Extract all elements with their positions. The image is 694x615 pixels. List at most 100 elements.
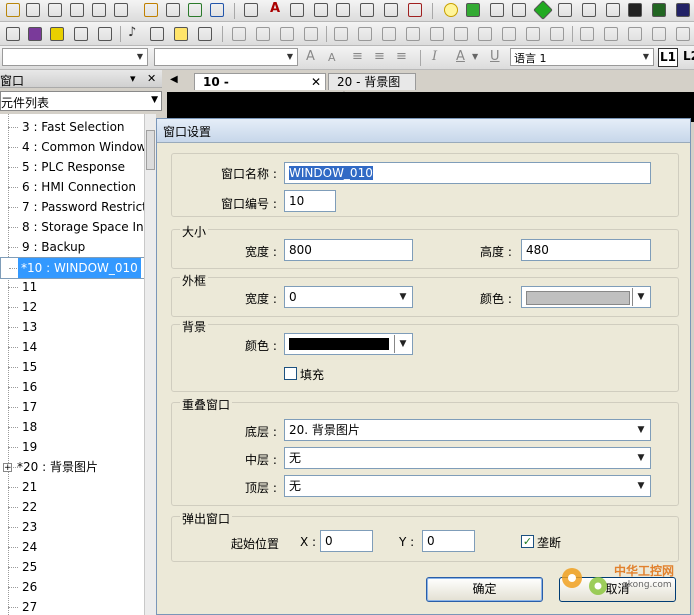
tree-item[interactable]: 26: [0, 577, 150, 597]
monitor-icon[interactable]: [26, 3, 40, 17]
align-right-text-icon[interactable]: ≡: [396, 49, 407, 64]
window-id-input[interactable]: 10: [284, 190, 336, 212]
tree-item[interactable]: 18: [0, 417, 150, 437]
font-size-combo[interactable]: ▼: [154, 48, 298, 66]
ok-button[interactable]: 确定: [426, 577, 543, 602]
dialog-titlebar[interactable]: 窗口设置: [157, 119, 690, 143]
tree-item[interactable]: 15: [0, 357, 150, 377]
list-icon[interactable]: [74, 27, 88, 41]
display-icon[interactable]: [676, 3, 690, 17]
align-icon[interactable]: [6, 27, 20, 41]
bg-color-picker[interactable]: ▼: [284, 333, 413, 355]
align-center-icon[interactable]: [430, 27, 444, 41]
tree-item[interactable]: 6 : HMI Connection: [0, 177, 150, 197]
text-tool-icon[interactable]: A: [270, 1, 280, 16]
italic-icon[interactable]: I: [432, 49, 437, 64]
distribute-icon[interactable]: [550, 27, 564, 41]
list-icon[interactable]: [98, 27, 112, 41]
tree-item[interactable]: 8 : Storage Space Ins: [0, 217, 150, 237]
fill-checkbox[interactable]: [284, 367, 297, 380]
tree-item[interactable]: *10 : WINDOW_010: [0, 257, 150, 279]
tree-item[interactable]: 9 : Backup: [0, 237, 150, 257]
tree-item[interactable]: + *20 : 背景图片: [0, 457, 150, 477]
font-color-icon[interactable]: A: [456, 49, 465, 64]
align-left-text-icon[interactable]: ≡: [352, 49, 363, 64]
tree-item[interactable]: 14: [0, 337, 150, 357]
tree-item[interactable]: 3 : Fast Selection: [0, 117, 150, 137]
width-input[interactable]: 800: [284, 239, 413, 261]
align-center-text-icon[interactable]: ≡: [374, 49, 385, 64]
meter-icon[interactable]: [490, 3, 504, 17]
language-combo[interactable]: 语言 1 ▼: [510, 48, 654, 66]
checklist-icon[interactable]: [198, 27, 212, 41]
pin-icon[interactable]: ▾: [130, 72, 136, 85]
middle-layer-select[interactable]: 无 ▼: [284, 447, 651, 469]
tree-item[interactable]: 25: [0, 557, 150, 577]
language-l1-button[interactable]: L1: [658, 48, 678, 67]
ungroup-icon[interactable]: [256, 27, 270, 41]
close-icon[interactable]: ✕: [311, 74, 321, 90]
frame-color-picker[interactable]: ▼: [521, 286, 651, 308]
tree-item[interactable]: 11: [0, 277, 150, 297]
tree-item[interactable]: 16: [0, 377, 150, 397]
y-input[interactable]: 0: [422, 530, 475, 552]
bulb-icon[interactable]: [444, 3, 458, 17]
tree-item[interactable]: 21: [0, 477, 150, 497]
tool-icon[interactable]: [6, 3, 20, 17]
close-icon[interactable]: ✕: [147, 72, 156, 85]
align-middle-icon[interactable]: [358, 27, 372, 41]
x-input[interactable]: 0: [320, 530, 373, 552]
same-width-icon[interactable]: [478, 27, 492, 41]
arrow-icon[interactable]: [210, 3, 224, 17]
group-icon[interactable]: [232, 27, 246, 41]
frame-width-select[interactable]: 0 ▼: [284, 286, 413, 308]
window-icon[interactable]: [150, 27, 164, 41]
image-icon[interactable]: [384, 3, 398, 17]
pointer-icon[interactable]: [244, 3, 258, 17]
rotate-icon[interactable]: [652, 27, 666, 41]
distribute-icon[interactable]: [526, 27, 540, 41]
tab-window-010[interactable]: 10 - WINDOW_010 ✕: [194, 73, 326, 105]
scrollbar-thumb[interactable]: [146, 130, 155, 170]
ok-icon[interactable]: [512, 3, 526, 17]
display-icon[interactable]: [652, 3, 666, 17]
send-back-icon[interactable]: [304, 27, 318, 41]
block-checkbox[interactable]: ✓: [521, 535, 534, 548]
font-color-dropdown-icon[interactable]: ▼: [472, 52, 478, 61]
tree-item[interactable]: 17: [0, 397, 150, 417]
lamp-icon[interactable]: [466, 3, 480, 17]
music-icon[interactable]: ♪: [128, 25, 136, 40]
monitor-icon[interactable]: [70, 3, 84, 17]
printer-icon[interactable]: [92, 3, 106, 17]
tab-scroll-left-icon[interactable]: ◀: [170, 74, 178, 85]
font-shrink-icon[interactable]: A: [328, 51, 336, 64]
top-layer-select[interactable]: 无 ▼: [284, 475, 651, 497]
align-left-icon[interactable]: [406, 27, 420, 41]
bottom-layer-select[interactable]: 20. 背景图片 ▼: [284, 419, 651, 441]
cube-icon[interactable]: [28, 27, 42, 41]
grid-icon[interactable]: [676, 27, 690, 41]
h-space-icon[interactable]: [580, 27, 594, 41]
bring-front-icon[interactable]: [280, 27, 294, 41]
tree-item[interactable]: 24: [0, 537, 150, 557]
align-bottom-icon[interactable]: [382, 27, 396, 41]
align-top-icon[interactable]: [334, 27, 348, 41]
shape-icon[interactable]: [360, 3, 374, 17]
battery-icon[interactable]: [50, 27, 64, 41]
table-icon[interactable]: [314, 3, 328, 17]
tree-item[interactable]: 27: [0, 597, 150, 615]
tree-item[interactable]: 5 : PLC Response: [0, 157, 150, 177]
table-icon[interactable]: [336, 3, 350, 17]
tree-item[interactable]: 22: [0, 497, 150, 517]
tree-item[interactable]: 12: [0, 297, 150, 317]
tab-window-020[interactable]: 20 - 背景图片: [328, 73, 416, 105]
chart-icon[interactable]: [558, 3, 572, 17]
font-grow-icon[interactable]: A: [306, 49, 315, 64]
tree-item[interactable]: 23: [0, 517, 150, 537]
tree-scrollbar[interactable]: [144, 114, 156, 615]
height-input[interactable]: 480: [521, 239, 651, 261]
tree-item[interactable]: 7 : Password Restrict: [0, 197, 150, 217]
language-l2-button[interactable]: L2: [681, 48, 694, 67]
tree-item[interactable]: 19: [0, 437, 150, 457]
display-icon[interactable]: [628, 3, 642, 17]
